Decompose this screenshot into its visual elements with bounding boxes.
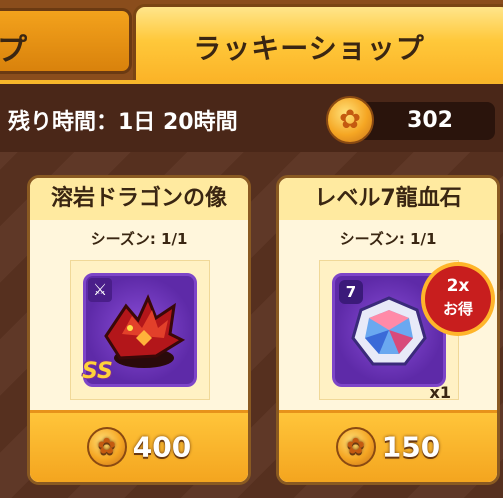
coin-icon xyxy=(335,427,376,467)
price: 400 xyxy=(30,427,248,467)
tab-label: プ xyxy=(0,33,27,68)
tab-lucky-shop[interactable]: ラッキーショップ xyxy=(133,4,503,82)
price: 150 xyxy=(279,427,497,467)
remaining-time: 残り時間：1日 20時間 xyxy=(8,110,238,135)
item-title: レベル7龍血石 xyxy=(279,178,497,220)
buy-button[interactable]: 400 xyxy=(30,410,248,482)
shop-item-card[interactable]: レベル7龍血石 シーズン: 1/1 7 x1 2x お得 150 xyxy=(276,175,500,485)
rarity-badge: SS xyxy=(82,359,113,384)
item-title: 溶岩ドラゴンの像 xyxy=(30,178,248,220)
coin-balance: 302 xyxy=(326,96,495,144)
bonus-badge: 2x お得 xyxy=(425,266,491,332)
shop-info-bar: 残り時間：1日 20時間 302 xyxy=(0,80,503,152)
item-season: シーズン: 1/1 xyxy=(339,230,437,248)
shop-tabs: プ ラッキーショップ xyxy=(0,0,503,82)
price-value: 150 xyxy=(381,430,441,464)
buy-button[interactable]: 150 xyxy=(279,410,497,482)
shop-item-card[interactable]: 溶岩ドラゴンの像 シーズン: 1/1 ⚔ SS 400 xyxy=(27,175,251,485)
item-thumbnail: ⚔ SS xyxy=(70,260,210,400)
bonus-multiplier: 2x xyxy=(446,276,470,296)
lava-dragon-statue-icon: ⚔ SS xyxy=(82,273,197,387)
item-season: シーズン: 1/1 xyxy=(90,230,188,248)
bonus-label: お得 xyxy=(442,300,473,318)
coin-count: 302 xyxy=(407,108,453,133)
tab-previous-shop[interactable]: プ xyxy=(0,8,132,74)
sword-icon: ⚔ xyxy=(88,278,112,302)
item-quantity: x1 xyxy=(429,383,451,402)
tab-label: ラッキーショップ xyxy=(193,32,425,65)
level-badge: 7 xyxy=(339,280,363,304)
coin-icon xyxy=(86,427,127,467)
price-value: 400 xyxy=(132,430,192,464)
